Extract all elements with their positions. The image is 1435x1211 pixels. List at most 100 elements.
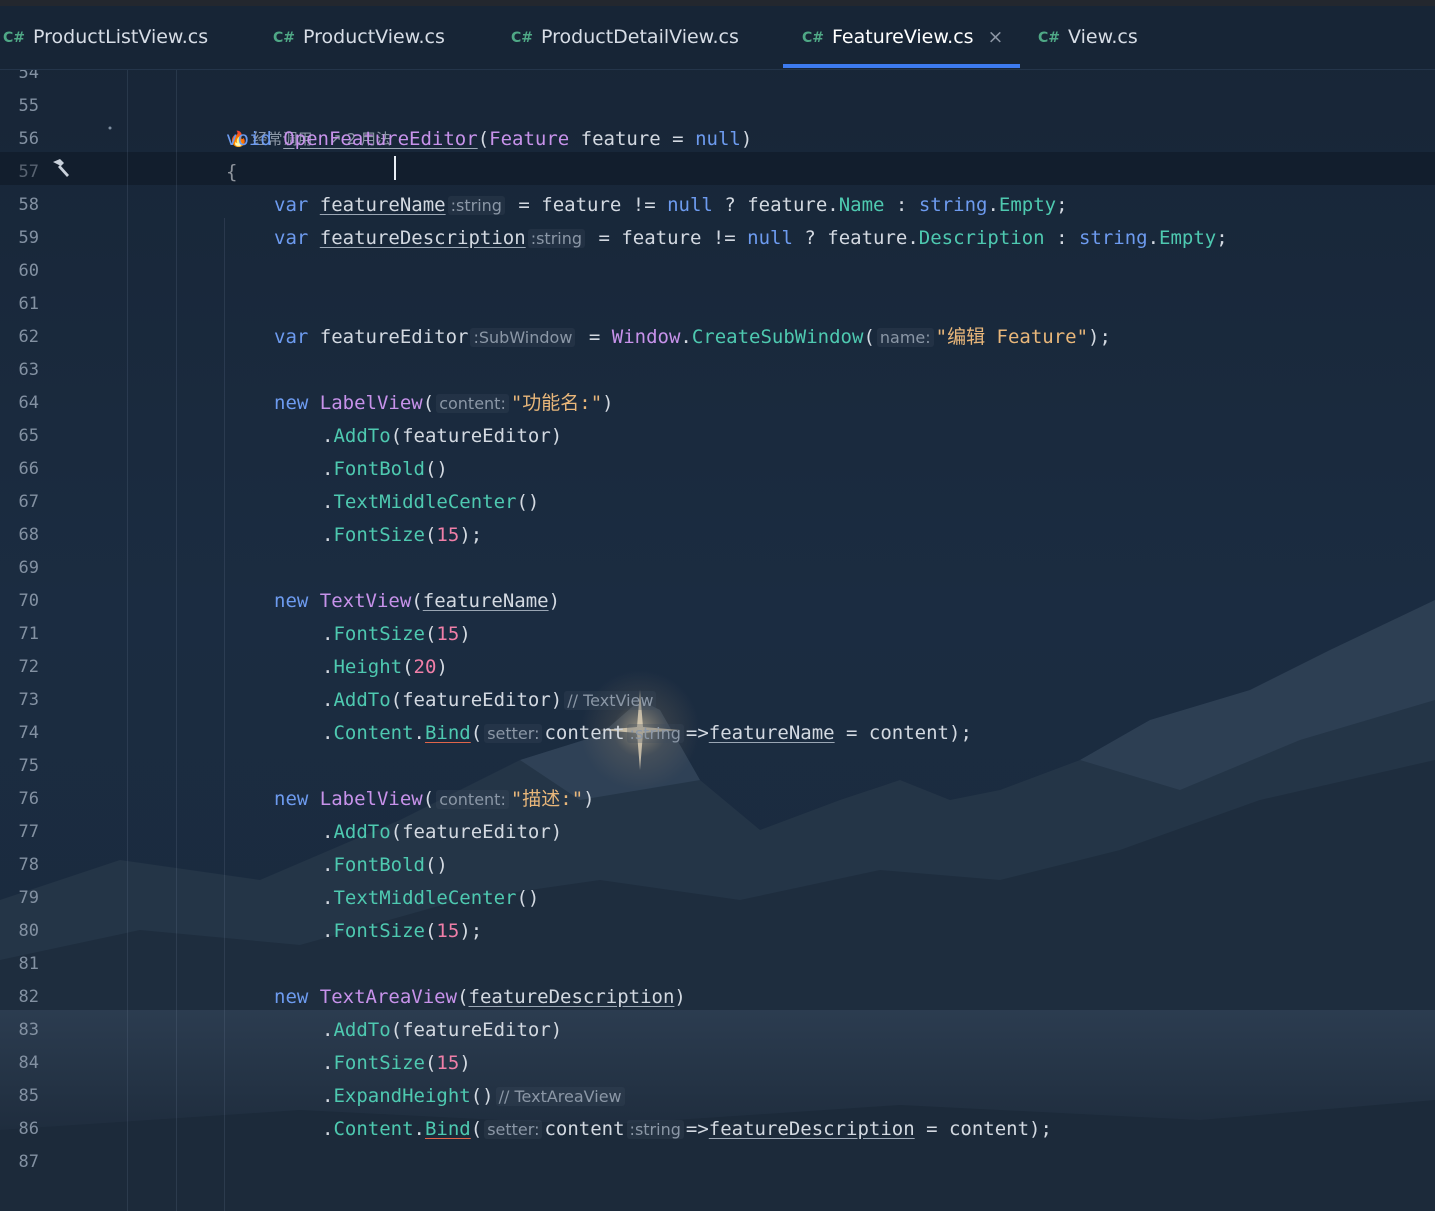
code-token: 15 xyxy=(436,623,460,645)
code-line[interactable]: .Content.Bind(setter: content:string =>fea… xyxy=(322,717,972,750)
code-token: () xyxy=(470,1085,494,1107)
code-line[interactable]: var featureName:string = feature != null… xyxy=(274,189,1068,222)
code-line[interactable]: .Content.Bind(setter: content:string =>fea… xyxy=(322,1113,1052,1146)
csharp-file-icon: C# xyxy=(3,30,26,46)
code-token: FontBold xyxy=(333,854,425,876)
code-token: (featureEditor) xyxy=(390,821,563,843)
code-token: . xyxy=(322,1085,334,1107)
tab-view[interactable]: C# View.cs xyxy=(1038,6,1138,69)
code-token: new xyxy=(274,392,309,414)
code-token: ( xyxy=(424,623,437,645)
code-line[interactable]: .FontBold() xyxy=(322,849,448,882)
code-token: ; xyxy=(1056,194,1068,216)
code-token: Empty xyxy=(998,194,1057,216)
line-number: 77 xyxy=(18,822,39,842)
close-tab-icon[interactable]: × xyxy=(988,26,1004,48)
code-line[interactable]: .FontSize(15) xyxy=(322,1047,471,1080)
code-token: featureDescription xyxy=(319,227,526,249)
code-token: ( xyxy=(424,1052,437,1074)
code-line[interactable]: new LabelView(content: "描述:") xyxy=(274,783,595,816)
code-token: Content xyxy=(333,722,414,744)
tab-label: ProductDetailView.cs xyxy=(541,26,739,48)
line-number: 78 xyxy=(18,855,39,875)
inlay-hint: content: xyxy=(436,394,509,413)
code-token: ( xyxy=(422,788,435,810)
code-line[interactable]: new TextAreaView(featureDescription) xyxy=(274,981,686,1014)
code-token: Height xyxy=(333,656,403,678)
code-line[interactable]: .AddTo(featureEditor) xyxy=(322,816,562,849)
code-token: ( xyxy=(863,326,875,348)
text-caret xyxy=(394,156,396,180)
line-number: 81 xyxy=(18,954,39,974)
tab-productdetailview[interactable]: C# ProductDetailView.cs xyxy=(511,6,739,69)
csharp-file-icon: C# xyxy=(273,30,296,46)
hammer-icon[interactable] xyxy=(50,157,72,179)
code-token: . xyxy=(322,689,334,711)
code-token: AddTo xyxy=(333,425,391,447)
code-line[interactable]: new TextView(featureName) xyxy=(274,585,560,618)
code-token: Name xyxy=(838,194,885,216)
code-line[interactable]: .FontSize(15); xyxy=(322,915,482,948)
code-token: = xyxy=(577,326,612,348)
code-token: featureEditor xyxy=(308,326,469,348)
code-line[interactable]: .AddTo(featureEditor) xyxy=(322,420,562,453)
inlay-hint: name: xyxy=(876,328,934,347)
line-number: 72 xyxy=(18,657,39,677)
code-token: . xyxy=(322,920,334,942)
tab-label: View.cs xyxy=(1068,26,1138,48)
code-token: LabelView xyxy=(319,392,423,414)
line-number: 73 xyxy=(18,690,39,710)
line-number: 70 xyxy=(18,591,39,611)
code-line[interactable]: var featureDescription:string = feature … xyxy=(274,222,1228,255)
tab-productview[interactable]: C# ProductView.cs xyxy=(273,6,445,69)
code-line[interactable]: var featureEditor:SubWindow = Window.Cre… xyxy=(274,321,1111,354)
code-token: AddTo xyxy=(333,821,391,843)
code-token: . xyxy=(322,458,334,480)
code-token: : xyxy=(884,194,919,216)
tab-label: ProductListView.cs xyxy=(33,26,209,48)
code-token: ( xyxy=(411,590,423,612)
code-token: . xyxy=(322,887,334,909)
tab-label: ProductView.cs xyxy=(303,26,445,48)
code-line[interactable]: .Height(20) xyxy=(322,651,448,684)
tab-featureview[interactable]: C# FeatureView.cs × xyxy=(802,6,1003,69)
code-line[interactable]: new LabelView(content: "功能名:") xyxy=(274,387,614,420)
code-token: void xyxy=(226,128,272,150)
code-token: AddTo xyxy=(333,689,391,711)
code-token: () xyxy=(516,887,540,909)
code-token: . xyxy=(322,524,334,546)
inlay-hint: :string xyxy=(626,724,684,743)
code-line[interactable]: .AddTo(featureEditor)// TextView xyxy=(322,684,658,717)
code-token: ) xyxy=(674,986,686,1008)
code-token: TextMiddleCenter xyxy=(333,491,517,513)
csharp-file-icon: C# xyxy=(511,30,534,46)
line-number: 80 xyxy=(18,921,39,941)
indent-guide xyxy=(224,218,225,1211)
code-line[interactable]: .FontSize(15); xyxy=(322,519,482,552)
tab-productlistview[interactable]: C# ProductListView.cs xyxy=(3,6,208,69)
code-token: Bind xyxy=(424,1118,471,1140)
code-line[interactable]: .TextMiddleCenter() xyxy=(322,486,539,519)
code-token: . xyxy=(322,1118,334,1140)
code-token: TextMiddleCenter xyxy=(333,887,517,909)
code-token: ) xyxy=(602,392,614,414)
code-token: LabelView xyxy=(319,788,423,810)
code-token: . xyxy=(322,821,334,843)
code-token: feature = xyxy=(569,128,696,150)
code-token: OpenFeatureEditor xyxy=(283,128,478,150)
code-line[interactable]: .FontBold() xyxy=(322,453,448,486)
code-line[interactable]: .TextMiddleCenter() xyxy=(322,882,539,915)
code-token: ) xyxy=(583,788,595,810)
code-line[interactable]: .FontSize(15) xyxy=(322,618,471,651)
code-line[interactable]: .AddTo(featureEditor) xyxy=(322,1014,562,1047)
inlay-hint: // TextAreaView xyxy=(495,1087,625,1106)
code-token: featureDescription xyxy=(708,1118,915,1140)
code-token: ( xyxy=(477,128,490,150)
code-line[interactable]: .ExpandHeight()// TextAreaView xyxy=(322,1080,627,1113)
code-token: . xyxy=(322,656,334,678)
line-number: 74 xyxy=(18,723,39,743)
